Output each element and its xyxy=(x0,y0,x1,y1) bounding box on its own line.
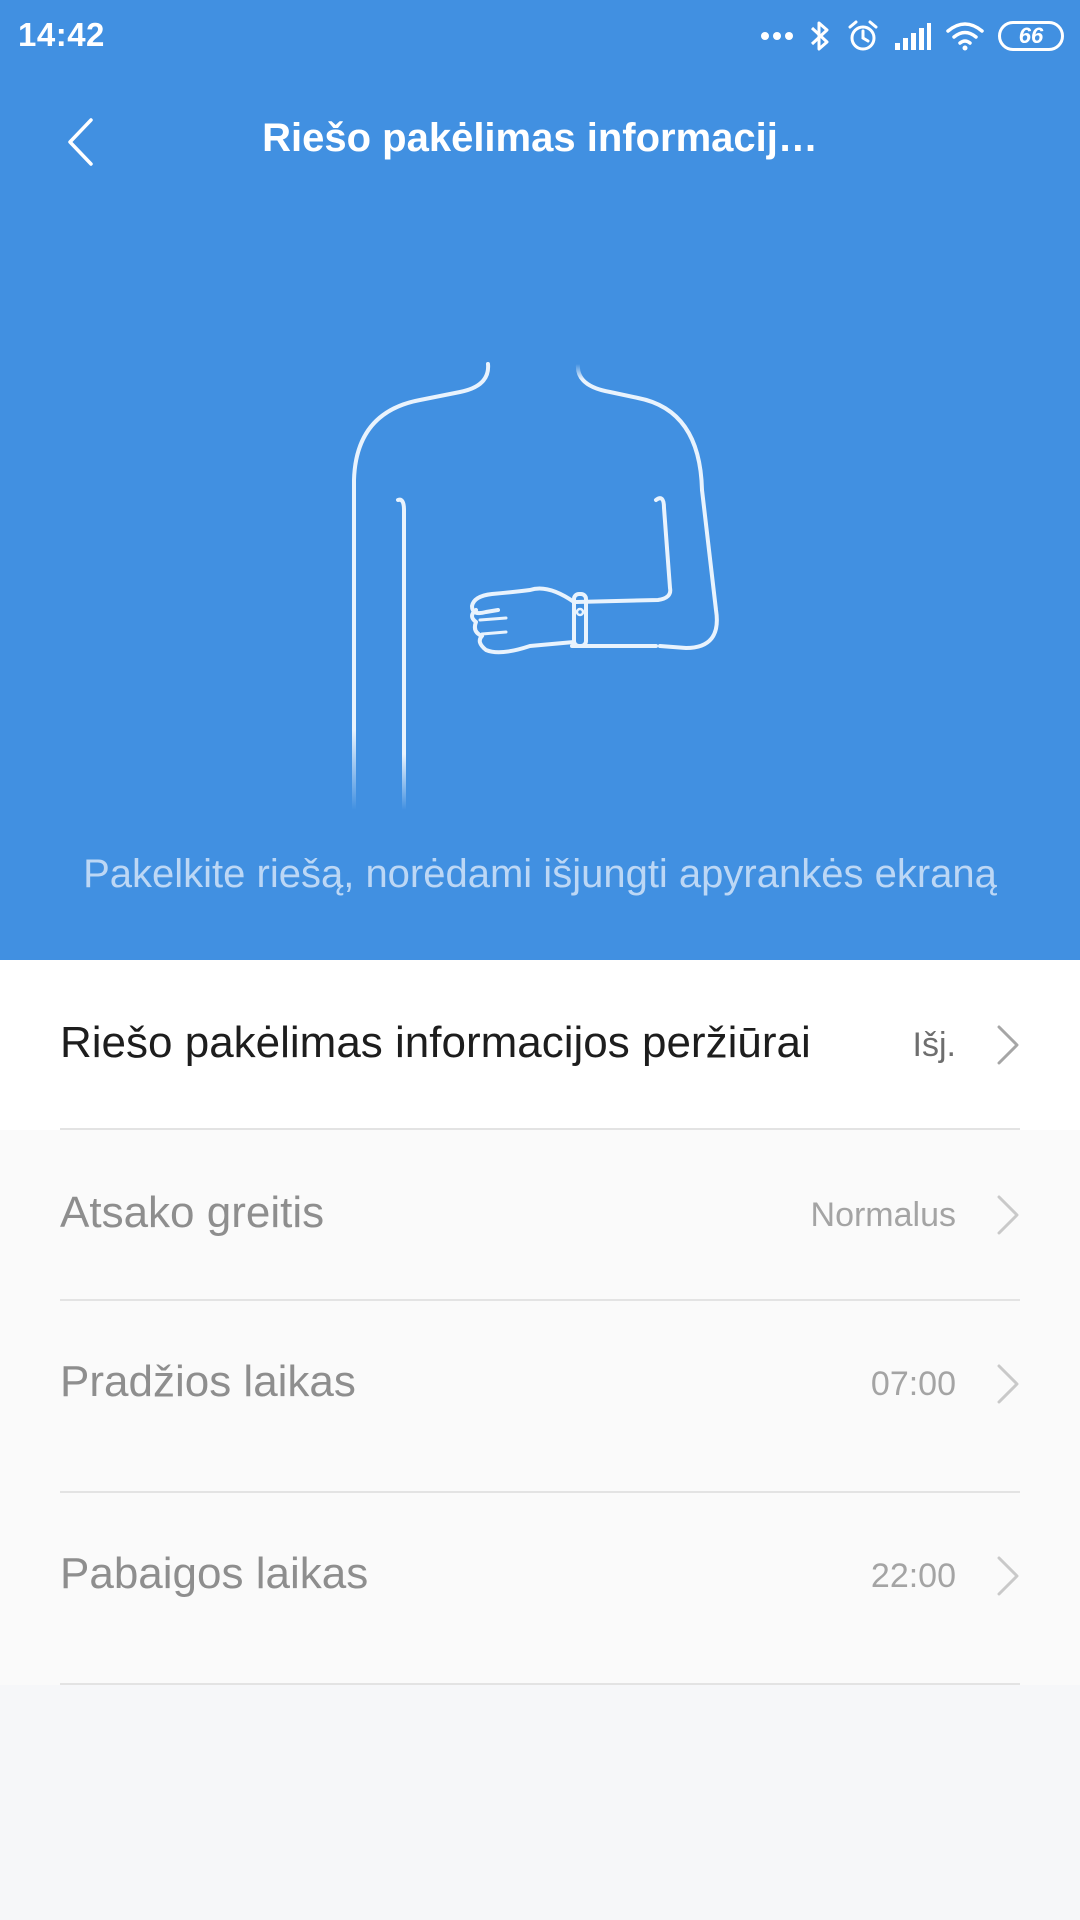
setting-value: 22:00 xyxy=(870,1557,956,1595)
setting-row-raise-wrist[interactable]: Riešo pakėlimas informacijos peržiūrai I… xyxy=(0,960,1080,1130)
chevron-right-icon xyxy=(997,1364,1019,1404)
setting-label: Riešo pakėlimas informacijos peržiūrai xyxy=(60,1018,811,1067)
page-title: Riešo pakėlimas informacij… xyxy=(262,116,818,160)
status-icons: 66 xyxy=(760,16,1064,56)
hero-caption: Pakelkite riešą, norėdami išjungti apyra… xyxy=(83,852,997,896)
setting-value: Išj. xyxy=(912,1026,956,1064)
chevron-left-icon xyxy=(65,117,95,172)
setting-row-response-speed[interactable]: Atsako greitis Normalus xyxy=(0,1130,1080,1301)
setting-value: 07:00 xyxy=(870,1365,956,1403)
person-raising-wrist-band-illustration xyxy=(320,350,760,812)
chevron-right-icon xyxy=(997,1556,1019,1596)
setting-row-start-time[interactable]: Pradžios laikas 07:00 xyxy=(0,1301,1080,1493)
setting-value: Normalus xyxy=(810,1196,956,1234)
setting-row-end-time[interactable]: Pabaigos laikas 22:00 xyxy=(0,1493,1080,1685)
status-bar: 14:42 66 xyxy=(0,0,1080,72)
hero-panel: 14:42 66 Riešo pakėlimas informacij… Pak… xyxy=(0,0,1080,960)
setting-label: Pabaigos laikas xyxy=(60,1549,369,1598)
more-dots-icon xyxy=(760,31,794,41)
back-button[interactable] xyxy=(44,108,116,180)
settings-list: Riešo pakėlimas informacijos peržiūrai I… xyxy=(0,960,1080,1685)
battery-level: 66 xyxy=(1018,23,1044,48)
chevron-right-icon xyxy=(997,1195,1019,1235)
divider xyxy=(60,1683,1020,1685)
setting-label: Atsako greitis xyxy=(60,1188,325,1237)
bluetooth-icon xyxy=(808,19,832,53)
app-bar: Riešo pakėlimas informacij… xyxy=(0,90,1080,196)
cellular-signal-icon xyxy=(894,21,932,51)
chevron-right-icon xyxy=(997,1025,1019,1065)
status-time: 14:42 xyxy=(18,16,105,53)
battery-icon: 66 xyxy=(998,21,1064,51)
setting-label: Pradžios laikas xyxy=(60,1357,356,1406)
alarm-icon xyxy=(846,19,880,53)
wifi-icon xyxy=(946,21,984,51)
